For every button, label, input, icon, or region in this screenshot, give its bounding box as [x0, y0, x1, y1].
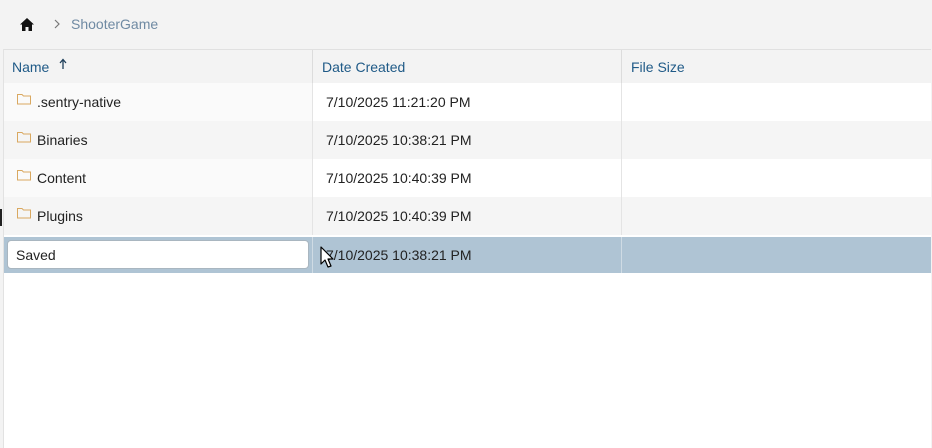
cell-name: Plugins [4, 197, 313, 235]
folder-icon [17, 208, 31, 219]
breadcrumb: ShooterGame [0, 0, 932, 49]
column-header-size-label: File Size [631, 58, 685, 75]
row-name-label: Content [37, 170, 87, 186]
breadcrumb-item-current[interactable]: ShooterGame [71, 16, 158, 32]
row-date-label: 7/10/2025 10:40:39 PM [326, 208, 472, 224]
cell-name-editing [4, 237, 313, 273]
row-date-label: 7/10/2025 11:21:20 PM [326, 94, 471, 110]
cell-size [622, 237, 931, 273]
cell-date: 7/10/2025 10:38:21 PM [313, 237, 622, 273]
row-date-label: 7/10/2025 10:38:21 PM [326, 247, 472, 263]
resize-handle[interactable] [0, 209, 2, 226]
column-header-date-label: Date Created [322, 58, 406, 75]
cell-date: 7/10/2025 10:40:39 PM [313, 197, 622, 235]
cell-date: 7/10/2025 11:21:20 PM [313, 83, 622, 121]
row-name-label: .sentry-native [37, 94, 122, 110]
cell-size [622, 197, 931, 235]
home-icon [20, 17, 34, 31]
row-date-label: 7/10/2025 10:38:21 PM [326, 132, 472, 148]
table-row[interactable]: Binaries 7/10/2025 10:38:21 PM [4, 121, 931, 159]
column-header-name-label: Name [12, 58, 50, 75]
table-row[interactable]: Content 7/10/2025 10:40:39 PM [4, 159, 931, 197]
table-row[interactable]: .sentry-native 7/10/2025 11:21:20 PM [4, 83, 931, 121]
column-header-date-created[interactable]: Date Created [313, 50, 622, 83]
folder-icon [17, 170, 31, 181]
grid-header: Name Date Created File Size [4, 49, 931, 84]
cell-size [622, 121, 931, 159]
column-header-name[interactable]: Name [4, 50, 313, 83]
mouse-cursor-icon [320, 246, 334, 268]
cell-date: 7/10/2025 10:40:39 PM [313, 159, 622, 197]
row-date-label: 7/10/2025 10:40:39 PM [326, 170, 472, 186]
home-button[interactable] [17, 14, 37, 34]
file-grid: Name Date Created File Size .sentry-nati… [3, 49, 931, 448]
column-header-file-size[interactable]: File Size [622, 50, 931, 83]
cell-name: Content [4, 159, 313, 197]
cell-name: Binaries [4, 121, 313, 159]
table-row-selected[interactable]: 7/10/2025 10:38:21 PM [4, 237, 931, 273]
cell-name: .sentry-native [4, 83, 313, 121]
cell-date: 7/10/2025 10:38:21 PM [313, 121, 622, 159]
chevron-right-icon [51, 15, 63, 33]
folder-icon [17, 132, 31, 143]
row-name-label: Plugins [37, 208, 83, 224]
table-row[interactable]: Plugins 7/10/2025 10:40:39 PM [4, 197, 931, 235]
folder-icon [17, 94, 31, 105]
arrow-up-icon [59, 58, 67, 69]
rename-input[interactable] [7, 240, 309, 269]
row-name-label: Binaries [37, 132, 88, 148]
cell-size [622, 83, 931, 121]
cell-size [622, 159, 931, 197]
